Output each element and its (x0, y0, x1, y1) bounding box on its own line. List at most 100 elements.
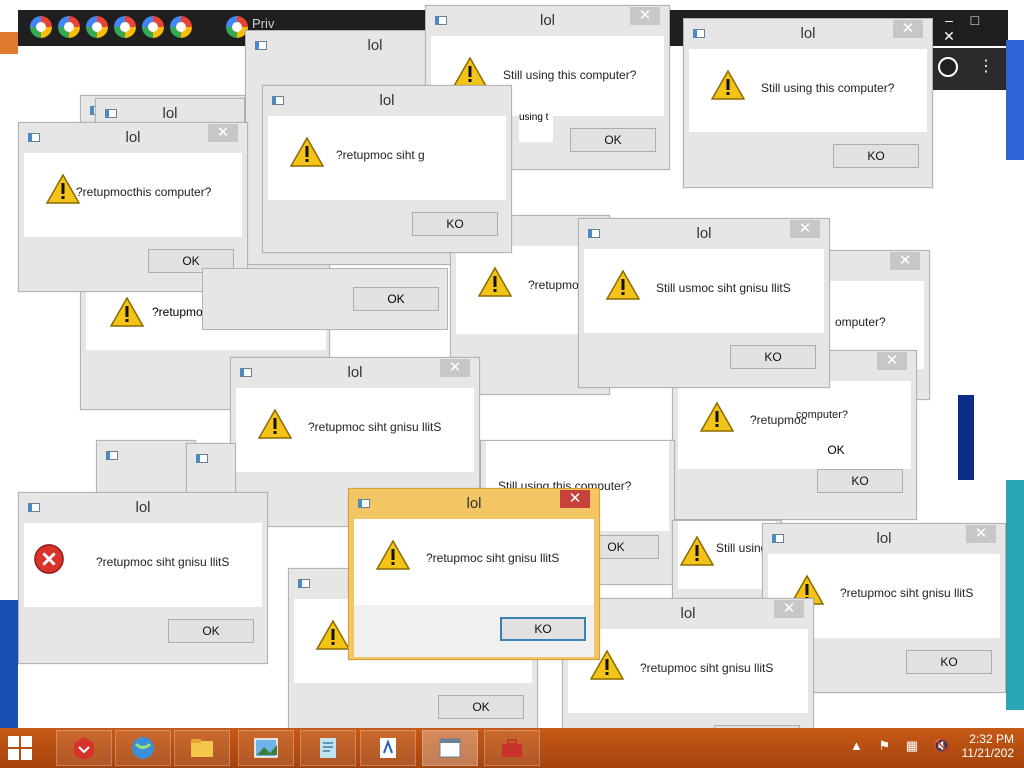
dialog-title: lol (379, 92, 395, 109)
more-menu-icon[interactable]: ⋮ (978, 57, 994, 77)
taskbar-app-notes[interactable] (300, 730, 356, 766)
dialog-titlebar[interactable] (102, 441, 190, 471)
dialog-content: Still using this computer? (689, 49, 927, 132)
dialog-window[interactable]: lol ✕ ?retupmocthis computer? OK (18, 122, 248, 292)
close-icon[interactable]: ✕ (440, 359, 470, 377)
active-dialog-window[interactable]: lol ✕ ?retupmoc siht gnisu llitS KO (348, 488, 600, 660)
close-icon[interactable]: ✕ (790, 220, 820, 238)
show-hidden-icons[interactable]: ▲ (850, 738, 863, 753)
dialog-button[interactable]: KO (817, 469, 903, 493)
dialog-button[interactable]: KO (906, 650, 992, 674)
maximize-button[interactable]: □ (964, 12, 986, 28)
dialog-button[interactable]: OK (353, 287, 439, 311)
dialog-window[interactable] (96, 440, 196, 500)
dialog-window[interactable]: lol ✕ Still using this computer? KO (683, 18, 933, 188)
taskbar-app-toolbox[interactable] (484, 730, 540, 766)
close-icon[interactable]: ✕ (877, 352, 907, 370)
close-icon[interactable]: ✕ (966, 525, 996, 543)
error-icon (34, 544, 64, 574)
dialog-window[interactable]: lol ?retupmoc siht g KO (262, 85, 512, 253)
dialog-title: lol (466, 495, 482, 512)
close-icon[interactable]: ✕ (630, 7, 660, 25)
dialog-message: ?retupmoc (528, 278, 585, 292)
close-icon[interactable]: ✕ (208, 124, 238, 142)
google-tab-icon[interactable] (170, 16, 192, 38)
minimize-button[interactable]: – (938, 12, 960, 28)
close-icon[interactable]: ✕ (560, 490, 590, 508)
warning-icon (606, 269, 640, 300)
dialog-titlebar[interactable] (192, 444, 230, 474)
dialog-footer: OK (202, 268, 448, 330)
background-window-edge (1006, 40, 1024, 160)
taskbar-app-explorer[interactable] (174, 730, 230, 766)
app-icon (196, 454, 208, 463)
google-tab-icon[interactable] (114, 16, 136, 38)
account-avatar-icon[interactable] (938, 57, 958, 77)
dialog-titlebar[interactable]: lol ✕ (24, 123, 242, 153)
dialog-message: ?retupmoc siht gnisu llitS (96, 555, 230, 569)
close-button[interactable]: ✕ (938, 28, 960, 45)
dialog-button[interactable]: KO (412, 212, 498, 236)
dialog-titlebar[interactable]: lol ✕ (568, 599, 808, 629)
background-window-edge (0, 32, 18, 54)
dialog-content: Still usmoc siht gnisu llitS (584, 249, 824, 333)
start-button[interactable] (8, 736, 32, 760)
dialog-titlebar[interactable]: lol ✕ (236, 358, 474, 388)
dialog-footer: OK (24, 607, 262, 659)
picture-icon (254, 738, 278, 758)
dialog-window[interactable]: lol ✕ Still usmoc siht gnisu llitS KO (578, 218, 830, 388)
taskbar-app-dialogs[interactable] (422, 730, 478, 766)
warning-icon (290, 136, 324, 167)
dialog-titlebar[interactable]: lol ✕ (431, 6, 664, 36)
dialog-message: ?retupmoc siht gnisu llitS (840, 586, 974, 600)
dialog-button[interactable]: KO (730, 345, 816, 369)
volume-icon[interactable]: 🔇 (934, 738, 950, 753)
dialog-button[interactable]: KO (500, 617, 586, 641)
dialog-footer: KO (689, 132, 927, 184)
dialog-titlebar[interactable]: lol ✕ (584, 219, 824, 249)
close-icon[interactable]: ✕ (774, 600, 804, 618)
action-center-icon[interactable]: ⚑ (879, 738, 891, 753)
dialog-window[interactable]: lol ?retupmoc siht gnisu llitS OK (18, 492, 268, 664)
dialog-titlebar[interactable]: lol ✕ (768, 524, 1000, 554)
dialog-title: lol (135, 499, 151, 516)
dialog-button-fragment[interactable]: OK (796, 439, 876, 461)
google-tab-icon[interactable] (142, 16, 164, 38)
notepad-icon (320, 738, 336, 758)
warning-icon (453, 56, 487, 87)
app-icon (106, 451, 118, 460)
windows-logo-icon (21, 749, 32, 760)
windows-logo-icon (21, 736, 32, 747)
network-icon[interactable]: ▦ (906, 738, 918, 753)
dialog-button[interactable]: OK (438, 695, 524, 719)
dialog-titlebar[interactable]: lol (268, 86, 506, 116)
dialog-footer: KO (354, 605, 594, 657)
dialog-button[interactable]: OK (168, 619, 254, 643)
close-icon[interactable]: ✕ (890, 252, 920, 270)
taskbar-app-photos[interactable] (238, 730, 294, 766)
dialog-message-fragment: computer? (796, 409, 848, 421)
dialog-message: Still usmoc siht gnisu llitS (656, 281, 791, 295)
warning-icon (478, 266, 512, 297)
google-tab-icon[interactable] (86, 16, 108, 38)
dialog-button[interactable]: OK (570, 128, 656, 152)
document-icon (380, 738, 396, 758)
warning-icon (711, 69, 745, 100)
google-tab-icon[interactable] (30, 16, 52, 38)
dialog-content: ?retupmoc siht gnisu llitS (354, 519, 594, 605)
taskbar-app-browser[interactable] (115, 730, 171, 766)
dialog-content: ?retupmoc siht gnisu llitS (236, 388, 474, 472)
dialog-titlebar[interactable]: lol (24, 493, 262, 523)
taskbar-app-fox[interactable] (56, 730, 112, 766)
google-tab-icon[interactable] (58, 16, 80, 38)
dialog-content: ?retupmoc siht g (268, 116, 506, 200)
dialog-message: ?retupmoc siht g (336, 148, 425, 162)
taskbar-app-wordpad[interactable] (360, 730, 416, 766)
dialog-titlebar[interactable]: lol ✕ (354, 489, 594, 519)
warning-icon (46, 173, 80, 204)
dialog-button[interactable]: KO (833, 144, 919, 168)
close-icon[interactable]: ✕ (893, 20, 923, 38)
dialog-titlebar[interactable]: lol ✕ (689, 19, 927, 49)
system-clock[interactable]: 2:32 PM 11/21/202 (962, 732, 1015, 760)
dialog-content: ?retupmocthis computer? (24, 153, 242, 237)
